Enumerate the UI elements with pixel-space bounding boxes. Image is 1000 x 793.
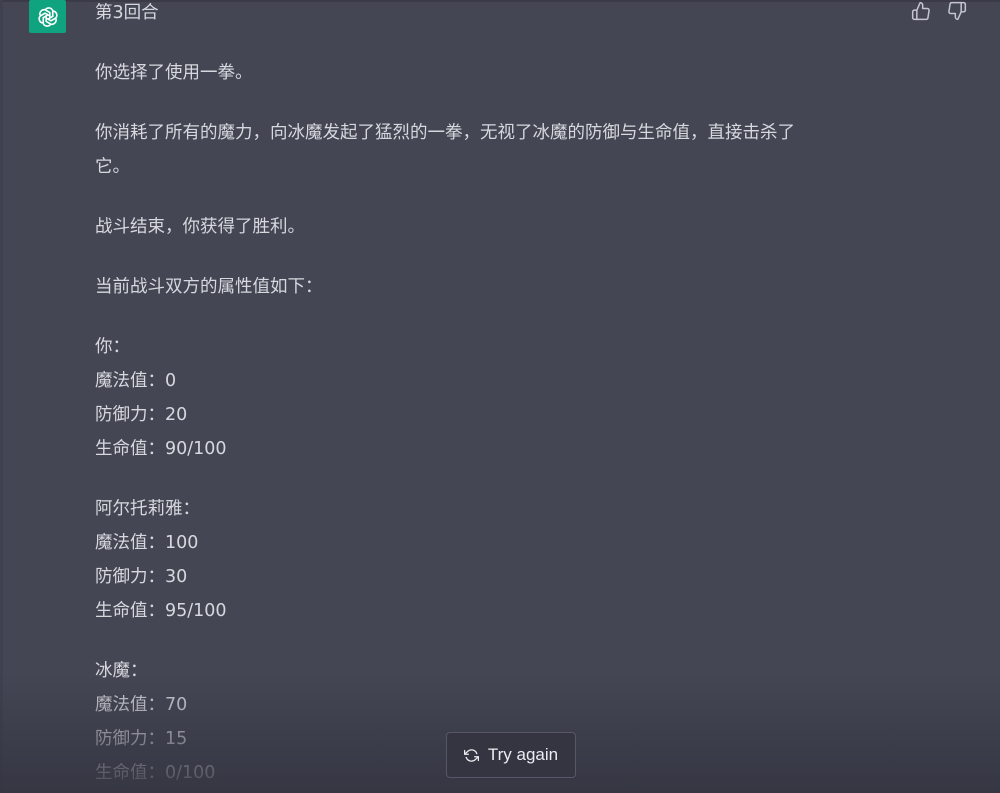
feedback-buttons <box>910 0 968 22</box>
result-text: 战斗结束，你获得了胜利。 <box>95 217 305 237</box>
stats-intro: 当前战斗双方的属性值如下： <box>95 277 323 297</box>
thumbs-up-icon <box>911 1 930 21</box>
assistant-avatar <box>29 0 66 33</box>
assistant-message: 第3回合 你选择了使用一拳。 你消耗了所有的魔力，向冰魔发起了猛烈的一拳，无视了… <box>95 0 895 790</box>
action-text-line-2: 它。 <box>95 157 130 177</box>
combatant-name: 阿尔托莉雅： <box>95 499 200 519</box>
combatant-hp: 生命值：90/100 <box>95 439 227 459</box>
action-text-line-1: 你消耗了所有的魔力，向冰魔发起了猛烈的一拳，无视了冰魔的防御与生命值，直接击杀了 <box>95 123 795 143</box>
openai-logo-icon <box>37 6 58 27</box>
combatant-hp: 生命值：95/100 <box>95 601 227 621</box>
combatant-mp: 魔法值：100 <box>95 533 199 553</box>
combatant-mp: 魔法值：70 <box>95 695 188 715</box>
try-again-label: Try again <box>487 745 559 764</box>
refresh-icon <box>463 748 479 762</box>
combatant-name: 你： <box>95 337 130 357</box>
try-again-button[interactable]: Try again <box>446 732 576 778</box>
combatant-block: 你： 魔法值：0 防御力：20 生命值：90/100 <box>95 330 895 466</box>
combatant-name: 冰魔： <box>95 661 148 681</box>
combatant-mp: 魔法值：0 <box>95 371 177 391</box>
left-edge <box>0 0 3 793</box>
thumbs-down-icon <box>948 1 967 21</box>
thumbs-up-button[interactable] <box>910 0 932 22</box>
choice-text: 你选择了使用一拳。 <box>95 63 253 83</box>
thumbs-down-button[interactable] <box>946 0 968 22</box>
combatant-block: 阿尔托莉雅： 魔法值：100 防御力：30 生命值：95/100 <box>95 492 895 628</box>
combatant-def: 防御力：20 <box>95 405 188 425</box>
round-title: 第3回合 <box>95 3 159 23</box>
combatant-def: 防御力：30 <box>95 567 188 587</box>
